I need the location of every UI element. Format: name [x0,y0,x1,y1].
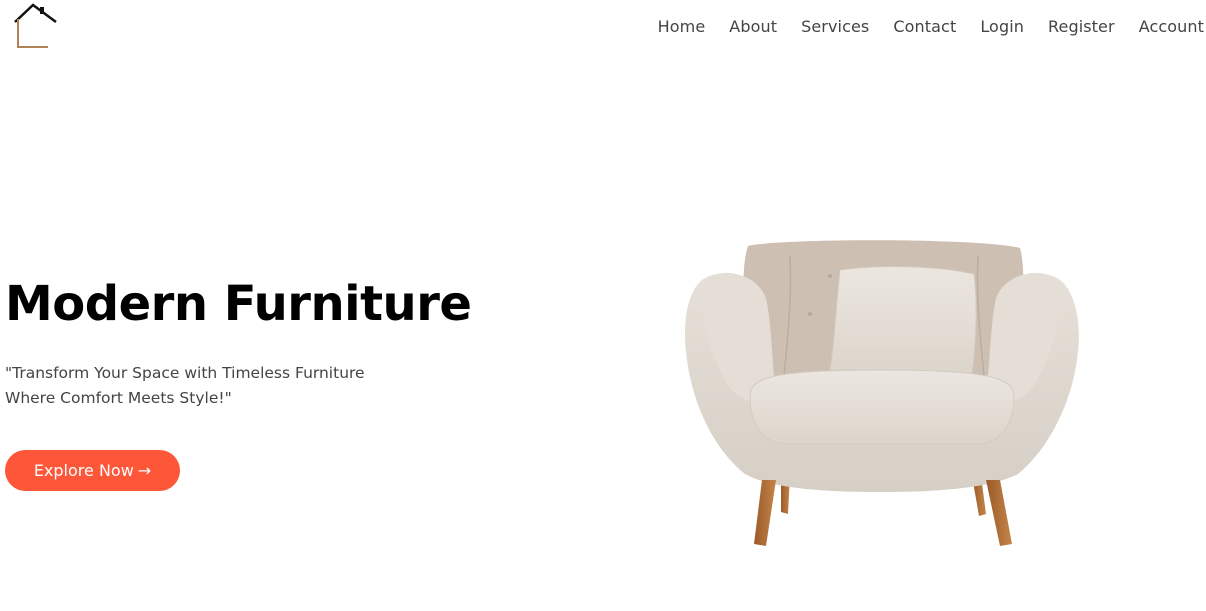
nav-home[interactable]: Home [658,17,706,36]
hero-subtitle-line-2: Where Comfort Meets Style!" [5,389,232,407]
armchair-image [685,240,1079,546]
explore-now-label: Explore Now [33,461,134,480]
nav-login[interactable]: Login [980,17,1024,36]
house-logo-icon[interactable] [12,2,58,50]
nav-account[interactable]: Account [1139,17,1204,36]
hero-title: Modern Furniture [5,276,472,332]
nav-contact[interactable]: Contact [893,17,956,36]
nav-services[interactable]: Services [801,17,869,36]
main-nav: Home About Services Contact Login Regist… [658,17,1204,36]
explore-now-button[interactable]: Explore Now → [5,450,180,491]
site-header: Home About Services Contact Login Regist… [0,0,1206,60]
hero-subtitle: "Transform Your Space with Timeless Furn… [5,361,425,411]
arrow-right-icon: → [137,461,152,480]
hero-subtitle-line-1: "Transform Your Space with Timeless Furn… [5,364,365,382]
nav-about[interactable]: About [729,17,777,36]
nav-register[interactable]: Register [1048,17,1115,36]
